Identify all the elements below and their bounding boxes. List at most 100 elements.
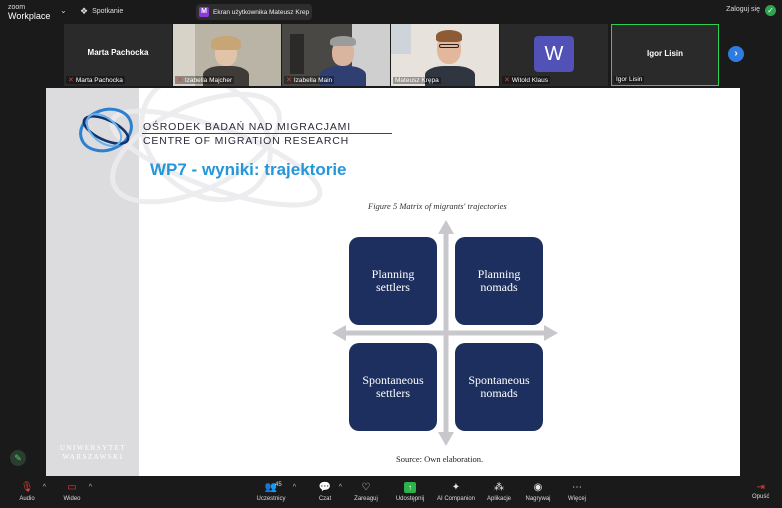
participant-name: Marta Pachocka <box>87 48 149 57</box>
arrow-right-icon <box>544 325 558 341</box>
muted-mic-icon: ✕ <box>68 77 74 84</box>
react-button[interactable]: ♡ Zareaguj <box>352 481 380 502</box>
brand-line2: Workplace <box>8 11 51 21</box>
muted-mic-icon: ✕ <box>286 77 292 84</box>
chat-icon: 💬 <box>318 482 332 493</box>
screen-share-label: Ekran użytkownika Mateusz Krep <box>213 8 310 16</box>
quadrant-planning-nomads: Planning nomads <box>455 237 543 325</box>
zoom-meeting-window: zoom Workplace ⌄ ❖ Spotkanie M Ekran uży… <box>0 0 782 508</box>
leave-label: Opuść <box>752 494 770 500</box>
participant-tile[interactable]: Marta Pachocka ✕ Marta Pachocka <box>64 24 172 86</box>
record-button[interactable]: ◉ Nagrywaj <box>524 481 552 502</box>
participant-avatar: W <box>534 36 574 72</box>
quadrant-spontaneous-settlers: Spontaneous settlers <box>349 343 437 431</box>
muted-mic-icon: ✕ <box>177 77 183 84</box>
caption-text: Igor Lisin <box>616 76 643 83</box>
video-feed-shelf <box>290 34 304 74</box>
sign-in-link[interactable]: Zaloguj się <box>726 6 760 13</box>
participant-name: Igor Lisin <box>647 49 683 58</box>
zoom-workplace-logo[interactable]: zoom Workplace <box>8 3 50 21</box>
sparkle-icon: ✦ <box>451 482 461 493</box>
record-label: Nagrywaj <box>525 496 551 502</box>
leave-icon: ⇥ <box>756 482 765 493</box>
arrow-left-icon <box>332 325 346 341</box>
arrow-down-icon <box>438 432 454 446</box>
caption-text: Izabella Majcher <box>184 76 233 84</box>
participant-caption: ✕ Izabella Main <box>284 76 335 84</box>
raise-hand-icon[interactable]: ✎ <box>10 450 26 466</box>
video-label: Wideo <box>63 496 81 502</box>
audio-label: Audio <box>19 496 35 502</box>
person-hair <box>330 36 356 46</box>
participants-options-chevron-icon[interactable]: ^ <box>293 484 296 491</box>
glasses-icon <box>439 44 459 48</box>
next-page-button[interactable]: › <box>728 46 744 62</box>
caption-text: Izabella Main <box>293 76 333 84</box>
muted-mic-icon: ✕ <box>504 77 510 84</box>
participant-tile[interactable]: ✕ Izabella Main <box>282 24 390 86</box>
video-off-icon: ▭ <box>67 482 77 493</box>
apps-label: Aplikacje <box>486 496 511 502</box>
quadrant-line2: nomads <box>480 280 518 294</box>
participants-icon: 👥 <box>264 482 278 493</box>
ai-label: AI Companion <box>436 496 476 502</box>
chevron-down-icon[interactable]: ⌄ <box>60 6 67 15</box>
caption-text: Mateusz Krępa <box>395 77 439 84</box>
paw-icon: ❖ <box>80 6 89 16</box>
quadrant-planning-settlers: Planning settlers <box>349 237 437 325</box>
participants-label: Uczestnicy <box>256 496 286 502</box>
video-options-chevron-icon[interactable]: ^ <box>89 484 92 491</box>
record-icon: ◉ <box>533 482 543 493</box>
screen-share-indicator[interactable]: M Ekran użytkownika Mateusz Krep ··· <box>196 4 312 20</box>
share-screen-icon: ↑ <box>394 481 426 494</box>
participant-caption: ✕ Marta Pachocka <box>66 76 125 84</box>
participants-count: 45 <box>275 482 282 488</box>
video-button[interactable]: ▭ Wideo ^ <box>60 481 92 502</box>
caption-text: Marta Pachocka <box>75 76 123 84</box>
arrow-up-icon <box>438 220 454 234</box>
chat-label: Czat <box>318 496 332 502</box>
audio-button[interactable]: 🎙 Audio ^ <box>16 481 46 502</box>
quadrant-line2: settlers <box>376 386 410 400</box>
meeting-toolbar: 🎙 Audio ^ ▭ Wideo ^ 👥 45 Uczestnicy ^ 💬 … <box>0 478 782 508</box>
apps-button[interactable]: ⁂ Aplikacje <box>486 481 512 502</box>
participant-caption: ✕ Witold Klaus <box>502 76 550 84</box>
figure-source: Source: Own elaboration. <box>396 454 484 464</box>
quadrant-line2: nomads <box>480 386 518 400</box>
apps-icon: ⁂ <box>494 482 504 493</box>
react-label: Zareaguj <box>354 496 378 502</box>
participant-tile[interactable]: Mateusz Krępa <box>391 24 499 86</box>
audio-options-chevron-icon[interactable]: ^ <box>43 484 46 491</box>
meeting-label: Spotkanie <box>92 8 124 15</box>
sharer-avatar: M <box>199 7 209 17</box>
participant-caption: ✕ Izabella Majcher <box>175 76 235 84</box>
top-bar: zoom Workplace ⌄ ❖ Spotkanie M Ekran uży… <box>0 0 782 24</box>
quadrant-line2: settlers <box>375 280 410 294</box>
video-feed-frame <box>391 24 411 54</box>
quadrant-spontaneous-nomads: Spontaneous nomads <box>455 343 543 431</box>
more-icon: ⋯ <box>572 482 582 493</box>
more-button[interactable]: ⋯ Więcej <box>566 481 588 502</box>
participant-tile[interactable]: W ✕ Witold Klaus <box>500 24 608 86</box>
chat-button[interactable]: 💬 Czat ^ <box>316 481 342 502</box>
share-label: Udostępnij <box>395 496 425 502</box>
share-screen-button[interactable]: ↑ Udostępnij <box>394 481 426 502</box>
caption-text: Witold Klaus <box>511 76 548 84</box>
meeting-menu[interactable]: ❖ Spotkanie <box>80 6 123 17</box>
person-hair <box>211 36 241 50</box>
more-label: Więcej <box>567 496 586 502</box>
ai-companion-button[interactable]: ✦ AI Companion <box>436 481 476 502</box>
participant-caption: Igor Lisin <box>614 76 645 83</box>
participant-tile-active-speaker[interactable]: Igor Lisin Igor Lisin <box>611 24 719 86</box>
leave-button[interactable]: ⇥ Opuść <box>752 481 769 500</box>
security-shield-icon[interactable]: ✓ <box>765 5 776 16</box>
participant-tile[interactable]: ✕ Izabella Majcher <box>173 24 281 86</box>
muted-microphone-icon: 🎙 <box>20 482 34 493</box>
chat-options-chevron-icon[interactable]: ^ <box>339 484 342 491</box>
participant-caption: Mateusz Krępa <box>393 77 441 84</box>
participant-gallery: Marta Pachocka ✕ Marta Pachocka ✕ Izabel… <box>64 24 724 86</box>
shared-screen: UNIWERSYTET WARSZAWSKI OŚRODEK BADAŃ NAD… <box>46 88 740 476</box>
person-hair <box>436 30 462 42</box>
heart-icon: ♡ <box>361 482 371 493</box>
participants-button[interactable]: 👥 45 Uczestnicy ^ <box>254 481 296 502</box>
